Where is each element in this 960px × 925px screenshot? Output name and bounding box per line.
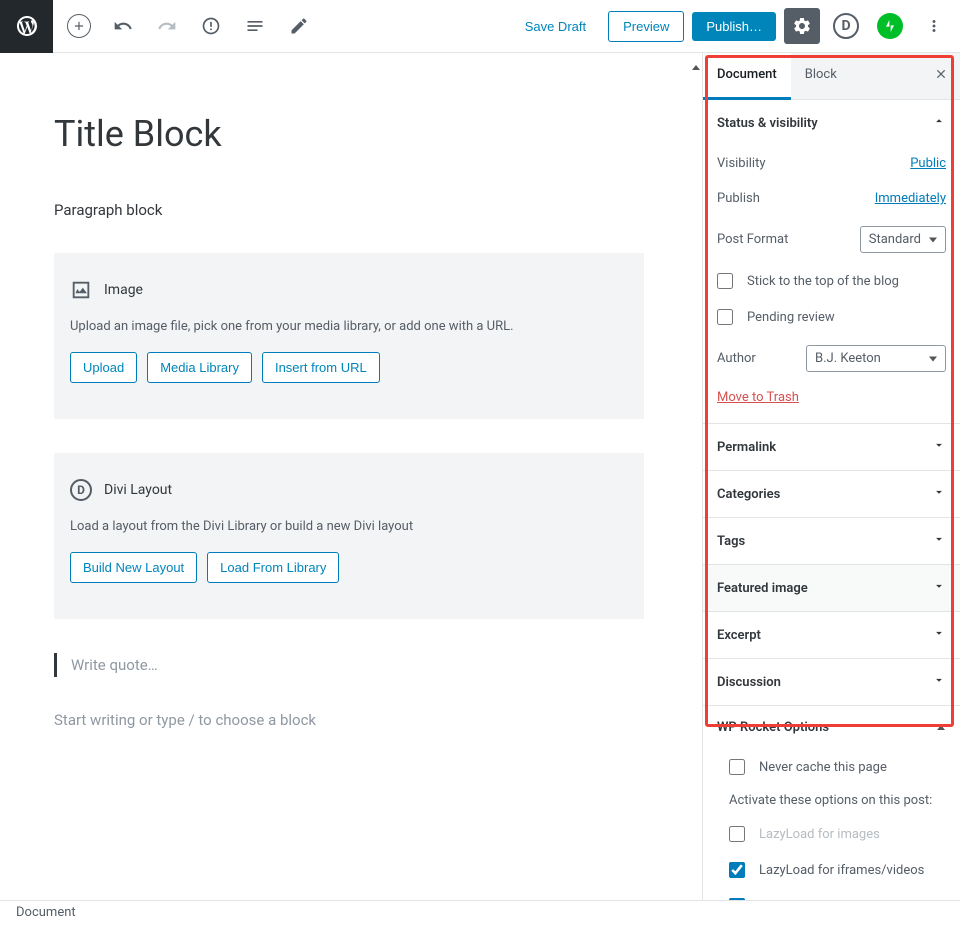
author-label: Author	[717, 351, 756, 366]
panel-permalink-toggle[interactable]: Permalink	[703, 424, 960, 470]
paragraph-block[interactable]: Paragraph block	[54, 201, 644, 219]
panel-tags: Tags	[703, 518, 960, 565]
editor-canvas: Title Block Paragraph block Image Upload…	[0, 53, 698, 900]
post-title[interactable]: Title Block	[54, 113, 644, 155]
publish-value-link[interactable]: Immediately	[875, 191, 946, 206]
triangle-up-icon	[936, 723, 946, 733]
panel-wp-rocket-toggle[interactable]: WP Rocket Options	[717, 720, 946, 735]
default-block-placeholder[interactable]: Start writing or type / to choose a bloc…	[54, 711, 644, 729]
pending-checkbox[interactable]: Pending review	[717, 299, 946, 335]
settings-button[interactable]	[784, 8, 820, 44]
image-block[interactable]: Image Upload an image file, pick one fro…	[54, 253, 644, 419]
divi-block-desc: Load a layout from the Divi Library or b…	[70, 519, 628, 534]
minify-html-checkbox[interactable]: Minify HTML	[717, 888, 946, 900]
settings-sidebar: Document Block Status & visibility Visib…	[702, 53, 960, 900]
panel-excerpt: Excerpt	[703, 612, 960, 659]
more-options-button[interactable]	[916, 8, 952, 44]
panel-wp-rocket: WP Rocket Options Never cache this page …	[703, 706, 960, 900]
publish-button[interactable]: Publish…	[692, 12, 776, 41]
quote-placeholder: Write quote…	[71, 656, 158, 674]
outline-button[interactable]	[237, 8, 273, 44]
redo-button	[149, 8, 185, 44]
panel-categories: Categories	[703, 471, 960, 518]
undo-button[interactable]	[105, 8, 141, 44]
scroll-up-icon	[690, 53, 702, 83]
chevron-up-icon	[932, 114, 946, 132]
divi-block-title: Divi Layout	[104, 482, 172, 498]
visibility-label: Visibility	[717, 156, 766, 171]
tab-document[interactable]: Document	[703, 53, 791, 100]
panel-excerpt-toggle[interactable]: Excerpt	[703, 612, 960, 658]
panel-featured-image-toggle[interactable]: Featured image	[703, 565, 960, 611]
visibility-value-link[interactable]: Public	[910, 156, 946, 171]
build-layout-button[interactable]: Build New Layout	[70, 552, 197, 583]
lazy-images-checkbox[interactable]: LazyLoad for images	[717, 816, 946, 852]
panel-permalink: Permalink	[703, 424, 960, 471]
panel-status-visibility: Status & visibility Visibility Public Pu…	[703, 100, 960, 424]
edit-button[interactable]	[281, 8, 317, 44]
add-block-button[interactable]	[61, 8, 97, 44]
move-to-trash-link[interactable]: Move to Trash	[717, 382, 799, 409]
tab-block[interactable]: Block	[791, 53, 851, 99]
divi-icon: D	[70, 479, 92, 501]
insert-url-button[interactable]: Insert from URL	[262, 352, 380, 383]
post-format-select[interactable]: Standard	[860, 226, 946, 253]
divi-layout-block[interactable]: D Divi Layout Load a layout from the Div…	[54, 453, 644, 619]
divi-button[interactable]: D	[828, 8, 864, 44]
load-library-button[interactable]: Load From Library	[207, 552, 339, 583]
wordpress-logo[interactable]	[0, 0, 53, 53]
chevron-down-icon	[932, 626, 946, 644]
image-block-title: Image	[104, 282, 143, 298]
sticky-checkbox[interactable]: Stick to the top of the blog	[717, 263, 946, 299]
chevron-down-icon	[932, 532, 946, 550]
panel-tags-toggle[interactable]: Tags	[703, 518, 960, 564]
lazy-iframes-checkbox[interactable]: LazyLoad for iframes/videos	[717, 852, 946, 888]
post-format-label: Post Format	[717, 232, 788, 247]
panel-featured-image: Featured image	[703, 565, 960, 612]
chevron-down-icon	[932, 485, 946, 503]
info-button[interactable]	[193, 8, 229, 44]
image-block-desc: Upload an image file, pick one from your…	[70, 319, 628, 334]
panel-status-toggle[interactable]: Status & visibility	[703, 100, 960, 146]
chevron-down-icon	[932, 579, 946, 597]
quote-block[interactable]: Write quote…	[54, 653, 644, 677]
chevron-down-icon	[932, 673, 946, 691]
save-draft-button[interactable]: Save Draft	[511, 12, 600, 41]
preview-button[interactable]: Preview	[608, 11, 684, 42]
jetpack-button[interactable]	[872, 8, 908, 44]
panel-discussion-toggle[interactable]: Discussion	[703, 659, 960, 705]
upload-button[interactable]: Upload	[70, 352, 137, 383]
top-toolbar: Save Draft Preview Publish… D	[0, 0, 960, 53]
footer-breadcrumb[interactable]: Document	[0, 900, 960, 925]
never-cache-checkbox[interactable]: Never cache this page	[717, 749, 946, 785]
image-icon	[70, 279, 92, 301]
media-library-button[interactable]: Media Library	[147, 352, 252, 383]
chevron-down-icon	[932, 438, 946, 456]
wprocket-activate-text: Activate these options on this post:	[717, 785, 946, 816]
close-sidebar-button[interactable]	[922, 53, 960, 99]
publish-label: Publish	[717, 191, 760, 206]
panel-discussion: Discussion	[703, 659, 960, 706]
author-select[interactable]: B.J. Keeton	[806, 345, 946, 372]
panel-categories-toggle[interactable]: Categories	[703, 471, 960, 517]
